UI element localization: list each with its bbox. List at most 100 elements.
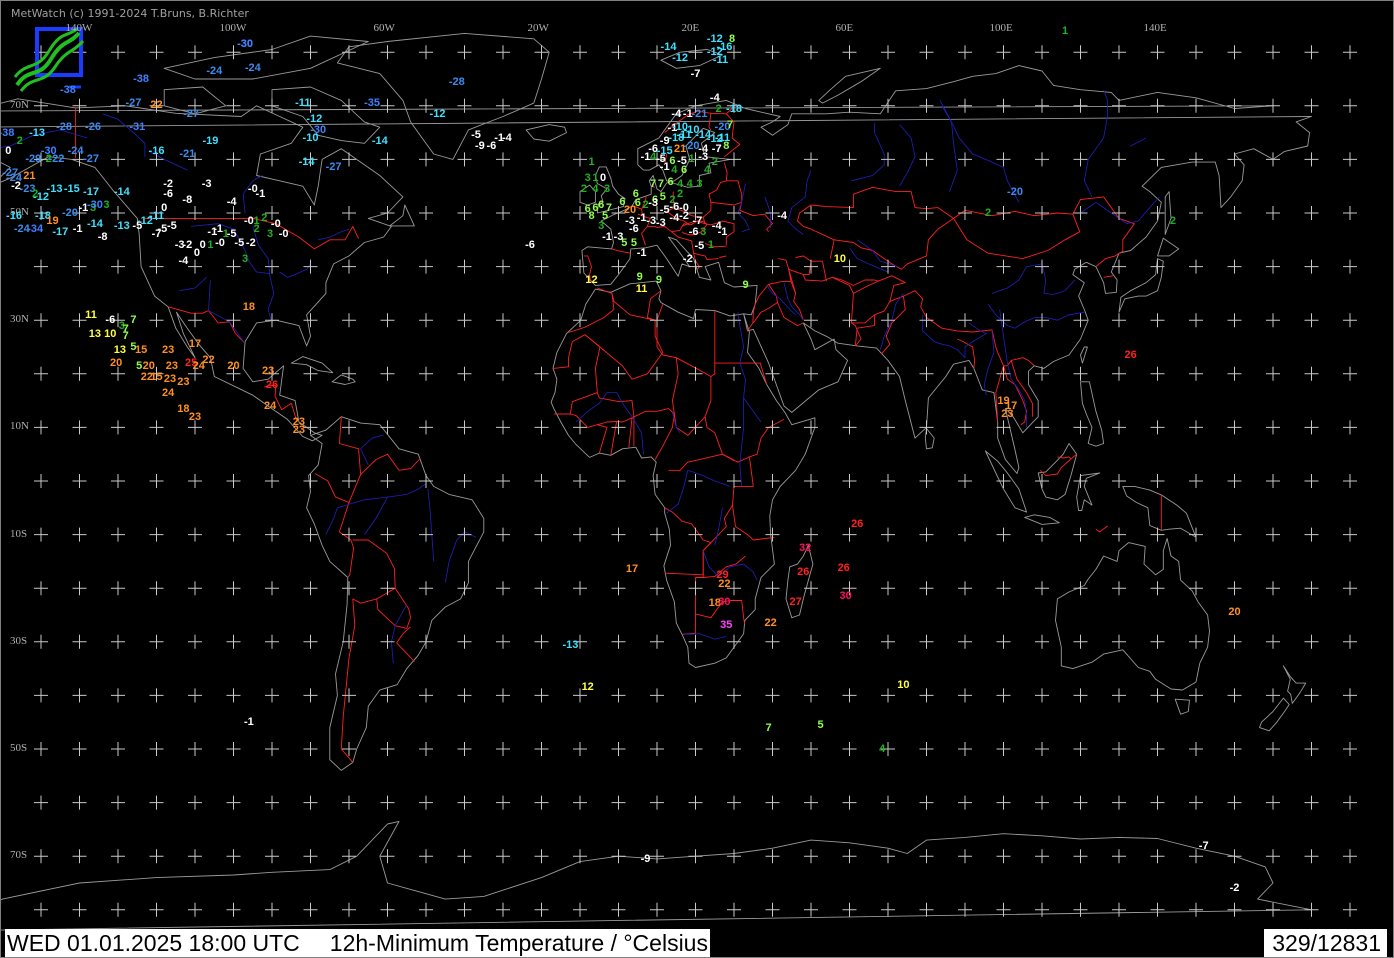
grid-cross	[611, 849, 626, 864]
grid-cross	[1227, 152, 1242, 167]
temperature-value: -6	[629, 223, 639, 236]
grid-cross	[457, 849, 472, 864]
temperature-value: 5	[817, 718, 824, 731]
grid-cross	[611, 45, 626, 60]
border-39	[957, 338, 976, 369]
temperature-value: 1	[588, 156, 595, 169]
grid-cross	[1035, 634, 1049, 649]
grid-cross	[1343, 366, 1357, 381]
temperature-value: -17	[83, 185, 99, 198]
temperature-value: -24	[206, 65, 223, 77]
grid-cross	[688, 902, 703, 917]
grid-cross	[804, 581, 818, 596]
temperature-value: -6	[525, 239, 535, 252]
temperature-value: 2	[580, 182, 587, 195]
grid-cross	[457, 902, 472, 917]
temperature-value: 26	[851, 517, 864, 530]
temperature-value: -4	[502, 132, 512, 144]
temperature-value: -30	[86, 199, 103, 211]
river-16	[360, 434, 384, 466]
grid-cross	[149, 688, 164, 703]
temperature-value: 26	[265, 378, 279, 391]
grid-cross	[688, 313, 703, 328]
grid-cross	[727, 527, 741, 542]
grid-cross	[1073, 688, 1088, 703]
grid-cross	[842, 98, 857, 113]
grid-cross	[650, 581, 664, 596]
grid-cross	[226, 634, 241, 649]
grid-cross	[1073, 634, 1088, 649]
grid-cross	[919, 581, 934, 596]
grid-cross	[72, 474, 87, 488]
grid-cross	[611, 152, 626, 167]
grid-cross	[958, 152, 972, 167]
temperature-value: -1	[717, 225, 728, 238]
grid-cross	[1266, 688, 1280, 703]
grid-cross	[1304, 634, 1319, 649]
grid-cross	[996, 474, 1011, 488]
river-6	[179, 277, 207, 292]
temperature-value: -4	[777, 209, 787, 222]
grid-cross	[496, 688, 510, 703]
grid-cross	[1304, 45, 1319, 60]
temperature-value: -3	[698, 150, 709, 163]
grid-cross	[111, 634, 125, 649]
grid-cross	[650, 902, 664, 917]
grid-cross	[380, 45, 395, 60]
grid-cross	[688, 634, 703, 649]
grid-cross	[1227, 420, 1242, 435]
grid-cross	[611, 98, 626, 113]
temperature-value: 30	[839, 590, 852, 603]
chart-title: 12h-Minimum Temperature / °Celsius	[329, 930, 708, 956]
grid-cross	[919, 527, 934, 542]
grid-cross	[34, 688, 48, 703]
temperature-value: -16	[6, 209, 22, 222]
grid-cross	[457, 313, 472, 328]
border-18	[732, 456, 775, 541]
grid-cross	[496, 259, 510, 274]
temperature-value: 13	[88, 327, 102, 340]
border-37	[889, 290, 993, 333]
border-10	[396, 626, 415, 662]
grid-cross	[226, 742, 241, 756]
border-33	[790, 281, 804, 321]
lat-label-70s: 70S	[10, 849, 28, 862]
grid-cross	[534, 152, 549, 167]
grid-cross	[496, 527, 510, 542]
grid-cross	[380, 420, 395, 435]
grid-cross	[419, 206, 433, 220]
temperature-value: 23	[188, 410, 202, 423]
temperature-value: 35	[720, 618, 733, 631]
grid-cross	[149, 420, 164, 435]
grid-cross	[1189, 206, 1203, 220]
grid-cross	[727, 795, 741, 810]
station-count: 329/12831	[1272, 930, 1381, 956]
grid-cross	[1304, 581, 1319, 596]
temperature-value: 18	[242, 300, 256, 313]
grid-cross	[149, 45, 164, 60]
grid-cross	[457, 795, 472, 810]
temperature-value: -1	[640, 150, 651, 163]
grid-cross	[34, 849, 48, 864]
temperature-value: -24	[244, 62, 261, 75]
temperature-value: -13	[29, 126, 46, 139]
grid-cross	[881, 634, 895, 649]
coast-sakhalin	[1164, 191, 1172, 235]
lon-label-20w: 20W	[527, 22, 549, 34]
border-45	[1072, 196, 1135, 254]
grid-cross	[1266, 420, 1280, 435]
temperature-value: -3	[646, 215, 657, 227]
temperature-value: 12	[581, 681, 594, 694]
grid-cross	[688, 742, 703, 756]
grid-cross	[265, 313, 279, 328]
grid-cross	[34, 313, 48, 328]
border-50	[739, 202, 773, 233]
temperature-value: -1	[244, 716, 254, 729]
border-12	[584, 293, 664, 380]
grid-cross	[419, 634, 433, 649]
grid-cross	[534, 313, 549, 328]
grid-cross	[804, 527, 818, 542]
grid-cross	[688, 581, 703, 596]
grid-cross	[919, 688, 934, 703]
grid-cross	[842, 849, 857, 864]
